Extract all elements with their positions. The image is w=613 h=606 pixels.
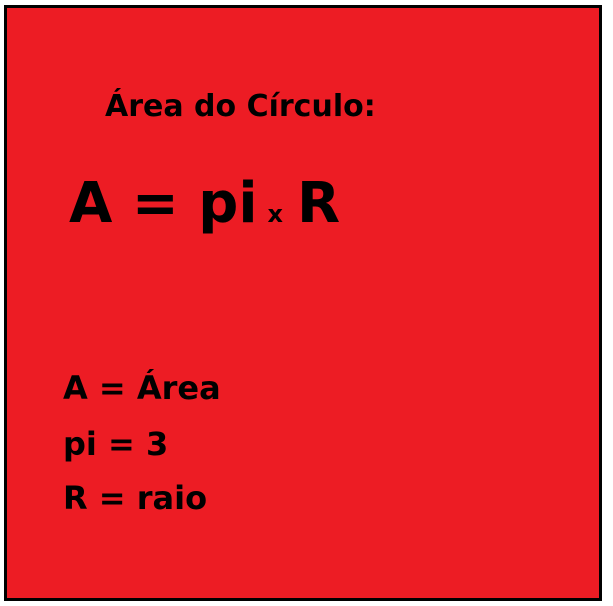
card-title: Área do Círculo: xyxy=(105,89,376,124)
legend-line-radius: R = raio xyxy=(63,479,208,517)
area-formula: A = pi x R xyxy=(69,176,340,232)
legend-line-area: A = Área xyxy=(63,369,221,407)
formula-rhs: R xyxy=(297,171,341,236)
red-card: Área do Círculo: A = pi x R A = Área pi = … xyxy=(4,5,602,601)
legend-line-pi: pi = 3 xyxy=(63,425,169,463)
formula-lhs: A = pi xyxy=(69,171,258,236)
formula-operator: x xyxy=(267,200,284,228)
